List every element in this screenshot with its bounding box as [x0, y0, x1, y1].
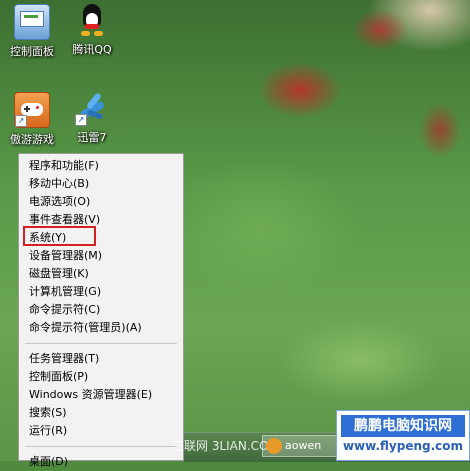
thunder-bird-icon: ↗: [75, 92, 109, 126]
taskbar-app-button[interactable]: aowen: [262, 435, 342, 457]
menu-item-control-panel[interactable]: 控制面板(P): [19, 368, 183, 386]
shortcut-arrow-icon: ↗: [15, 115, 27, 127]
menu-item-desktop[interactable]: 桌面(D): [19, 453, 183, 471]
menu-item-mobility-center[interactable]: 移动中心(B): [19, 175, 183, 193]
watermark-title: 鹏鹏电脑知识网: [341, 415, 465, 437]
menu-item-power-options[interactable]: 电源选项(O): [19, 193, 183, 211]
menu-separator: [25, 343, 177, 344]
desktop-icon-label: 迅雷7: [77, 131, 107, 144]
desktop-icon-qq[interactable]: 腾讯QQ: [60, 4, 124, 57]
menu-item-event-viewer[interactable]: 事件查看器(V): [19, 211, 183, 229]
game-controller-icon: ↗: [14, 92, 50, 128]
menu-item-computer-management[interactable]: 计算机管理(G): [19, 283, 183, 301]
menu-item-system[interactable]: 系统(Y): [19, 229, 183, 247]
menu-item-run[interactable]: 运行(R): [19, 422, 183, 440]
shortcut-arrow-icon: ↗: [75, 114, 87, 126]
menu-item-programs-features[interactable]: 程序和功能(F): [19, 157, 183, 175]
desktop-icon-label: 傲游游戏: [10, 133, 54, 146]
qq-penguin-icon: [75, 4, 109, 38]
app-icon: [266, 438, 282, 454]
menu-item-command-prompt[interactable]: 命令提示符(C): [19, 301, 183, 319]
watermark-url: www.flypeng.com: [342, 439, 464, 453]
menu-separator: [25, 446, 177, 447]
menu-item-disk-management[interactable]: 磁盘管理(K): [19, 265, 183, 283]
menu-item-file-explorer[interactable]: Windows 资源管理器(E): [19, 386, 183, 404]
site-watermark: 鹏鹏电脑知识网 www.flypeng.com: [336, 410, 470, 461]
menu-item-task-manager[interactable]: 任务管理器(T): [19, 350, 183, 368]
control-panel-icon: [14, 4, 50, 40]
desktop-icon-game[interactable]: ↗ 傲游游戏: [0, 92, 64, 147]
desktop-icon-label: 控制面板: [10, 45, 54, 58]
desktop-icon-thunder[interactable]: ↗ 迅雷7: [60, 92, 124, 145]
taskbar-app-label: aowen: [285, 439, 322, 452]
desktop-icon-label: 腾讯QQ: [72, 43, 112, 56]
winx-context-menu: 程序和功能(F) 移动中心(B) 电源选项(O) 事件查看器(V) 系统(Y) …: [18, 153, 184, 468]
menu-item-search[interactable]: 搜索(S): [19, 404, 183, 422]
menu-item-command-prompt-admin[interactable]: 命令提示符(管理员)(A): [19, 319, 183, 337]
desktop-icon-control-panel[interactable]: 控制面板: [0, 4, 64, 59]
menu-item-device-manager[interactable]: 设备管理器(M): [19, 247, 183, 265]
